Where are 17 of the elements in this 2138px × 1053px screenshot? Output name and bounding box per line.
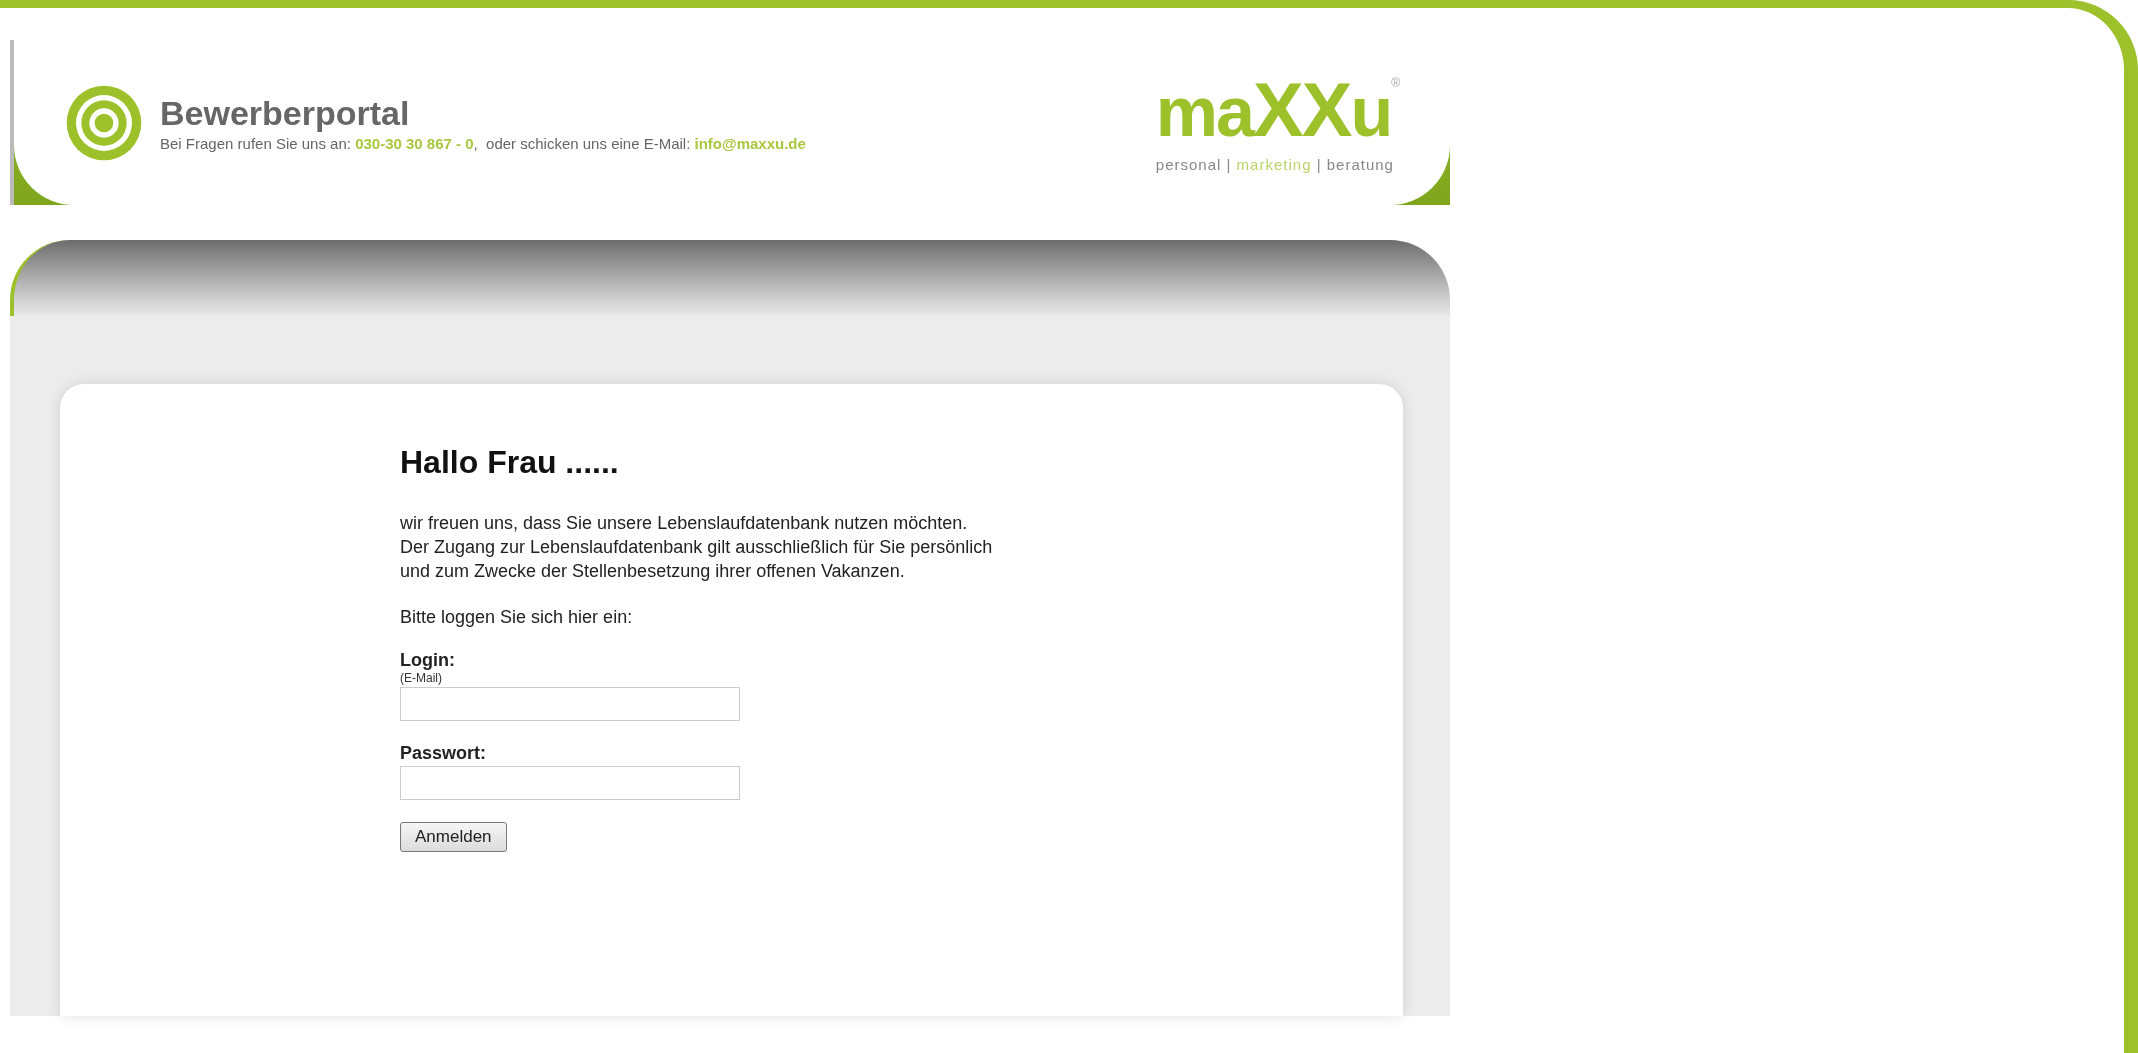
logo-tagline: personal | marketing | beratung (1155, 156, 1394, 173)
input-field[interactable] (400, 766, 740, 800)
email-link[interactable]: info@maxxu.de (694, 134, 806, 152)
phone-link[interactable]: 030-30 30 867 - 0 (355, 134, 474, 152)
input-field[interactable] (400, 687, 740, 721)
intro-text: Der Zugang zur Lebenslaufdatenbank gilt ausschließlich für Sie persönlich und zum Zwecke der Stellenbesetzung ihrer offenen Vakanzen. (400, 536, 994, 583)
registered-mark: ® (1391, 76, 1400, 90)
logo-wordmark: maXXu (1155, 72, 1392, 148)
field-label: Passwort: (400, 743, 488, 764)
field-hint: (E-Mail) (400, 671, 443, 685)
login-prompt: Bitte loggen Sie sich hier ein: (400, 607, 634, 628)
portal-title: Bewerberportal (160, 93, 411, 133)
contact-line: Bei Fragen rufen Sie uns an: 030-30 30 867 - 0, oder schicken uns eine E-Mail: info@maxxu.de (160, 134, 806, 152)
intro-text: wir freuen uns, dass Sie unsere Lebenslaufdatenbank nutzen möchten. (400, 512, 969, 535)
field-label: Login: (400, 650, 456, 671)
login-button[interactable]: Anmelden (400, 822, 507, 852)
greeting-heading: Hallo Frau ...... (400, 444, 620, 481)
